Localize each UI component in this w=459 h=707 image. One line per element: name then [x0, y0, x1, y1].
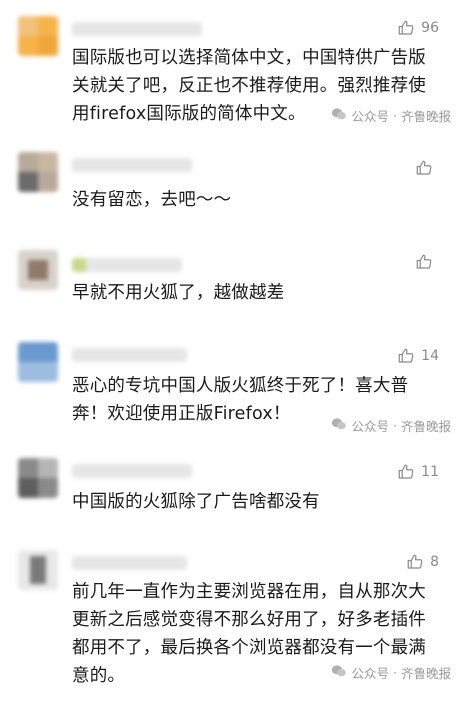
avatar[interactable] — [18, 458, 58, 498]
avatar[interactable] — [18, 16, 58, 56]
thumbs-up-icon — [397, 347, 415, 365]
watermark: 公众号 · 齐鲁晚报 — [327, 416, 451, 435]
nickname-blurred — [72, 22, 202, 36]
comment-text: 没有留恋，去吧～～ — [72, 190, 232, 210]
avatar[interactable] — [18, 342, 58, 382]
thumbs-up-icon — [415, 253, 433, 271]
like-count: 8 — [430, 554, 439, 570]
watermark-separator: · — [393, 665, 397, 680]
like-button[interactable]: 14 — [397, 346, 439, 366]
thumbs-up-icon — [406, 553, 424, 571]
wechat-icon — [331, 107, 347, 124]
watermark-source: 公众号 — [351, 419, 389, 434]
watermark-separator: · — [393, 418, 397, 433]
avatar[interactable] — [18, 550, 58, 590]
wechat-icon — [331, 664, 347, 681]
watermark-outlet: 齐鲁晚报 — [400, 419, 451, 434]
comment-text: 早就不用火狐了，越做越差 — [72, 283, 285, 303]
thumbs-up-icon — [397, 463, 415, 481]
like-count: 11 — [421, 464, 439, 480]
nickname-blurred — [72, 258, 182, 272]
thumbs-up-icon — [397, 19, 415, 37]
watermark-source: 公众号 — [351, 666, 389, 681]
watermark: 公众号 · 齐鲁晚报 — [327, 106, 451, 125]
watermark-outlet: 齐鲁晚报 — [400, 666, 451, 681]
watermark-separator: · — [393, 108, 397, 123]
like-button[interactable] — [415, 252, 439, 272]
avatar[interactable] — [18, 152, 58, 192]
nickname-blurred — [72, 556, 187, 570]
nickname-blurred — [72, 348, 187, 362]
like-button[interactable]: 8 — [406, 552, 439, 572]
like-count: 96 — [421, 20, 439, 36]
like-count: 14 — [421, 348, 439, 364]
wechat-icon — [331, 417, 347, 434]
avatar[interactable] — [18, 250, 58, 290]
nickname-blurred — [72, 464, 192, 478]
comment-text: 中国版的火狐除了广告啥都没有 — [72, 492, 320, 512]
watermark-source: 公众号 — [351, 109, 389, 124]
watermark-outlet: 齐鲁晚报 — [400, 109, 451, 124]
nickname-blurred — [72, 158, 192, 172]
like-button[interactable]: 11 — [397, 462, 439, 482]
like-button[interactable] — [415, 158, 439, 178]
like-button[interactable]: 96 — [397, 18, 439, 38]
thumbs-up-icon — [415, 159, 433, 177]
watermark: 公众号 · 齐鲁晚报 — [327, 663, 451, 682]
